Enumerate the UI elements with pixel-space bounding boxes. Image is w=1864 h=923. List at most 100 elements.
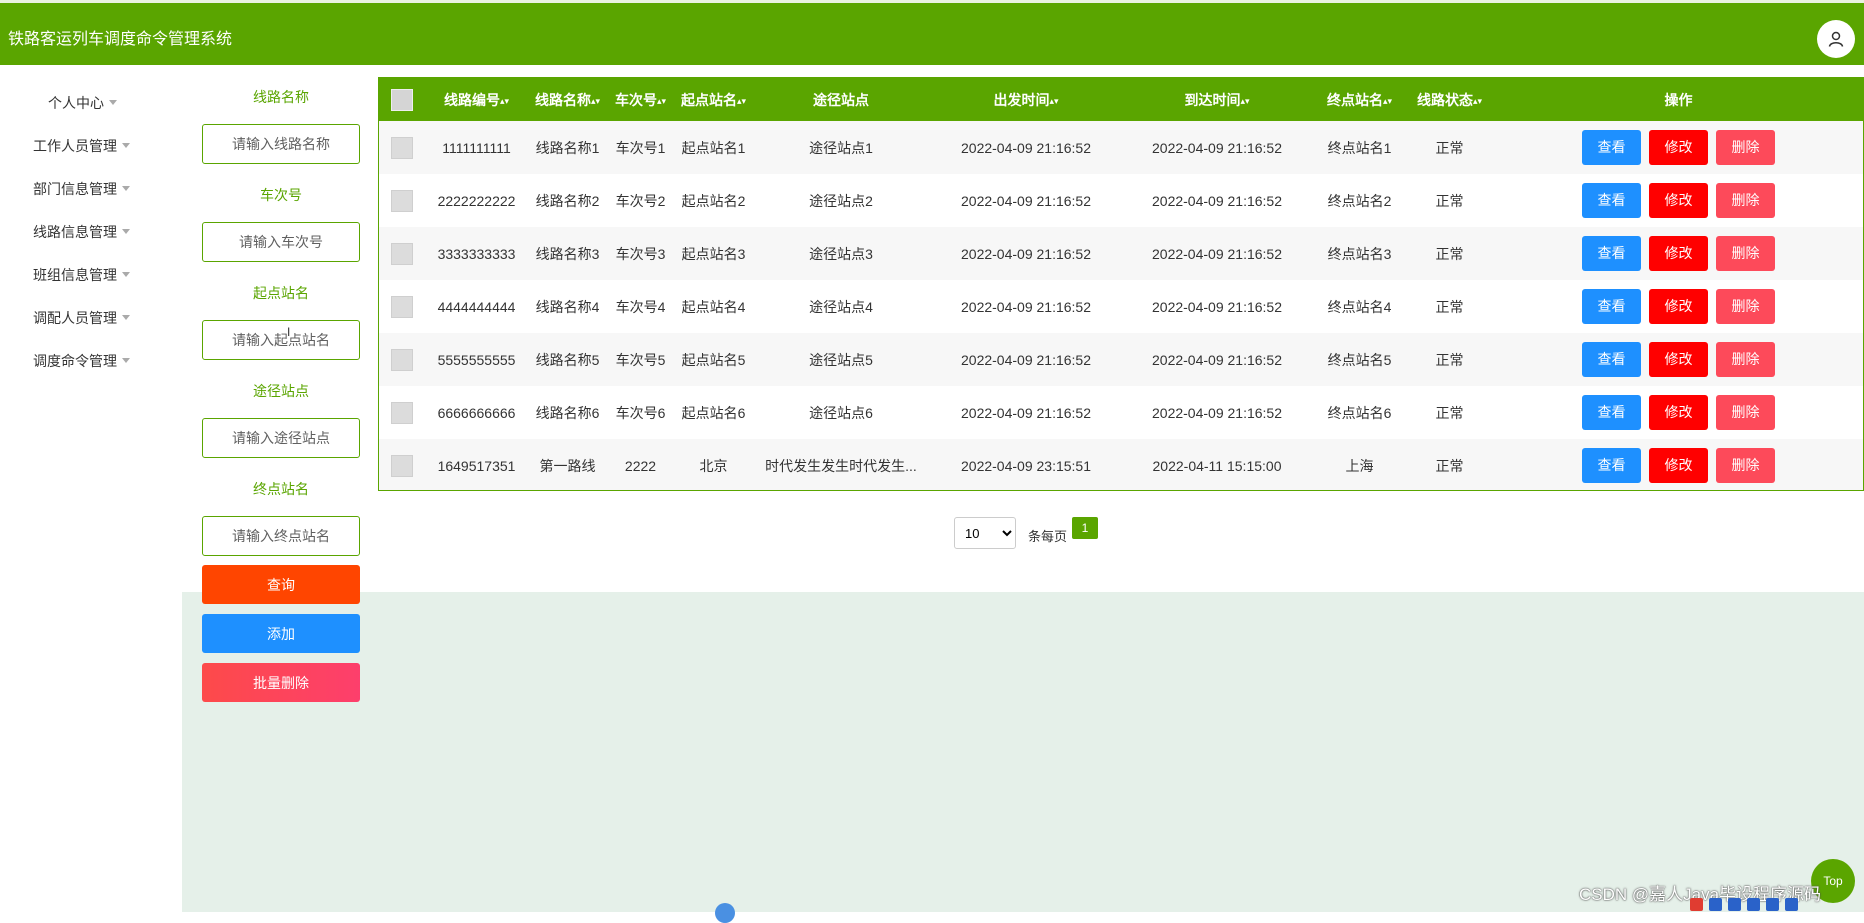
sidebar-item-dispatcher[interactable]: 调配人员管理	[33, 308, 130, 332]
cell-id: 2222222222	[437, 192, 516, 209]
route-name-input[interactable]	[202, 124, 360, 164]
table-row: 4444444444 线路名称4 车次号4 起点站名4 途径站点4 2022-04-09 …	[379, 280, 1863, 333]
cell-start: 北京	[699, 457, 728, 474]
cell-name: 第一路线	[539, 457, 596, 474]
cell-via: 途径站点1	[809, 139, 873, 156]
column-header[interactable]: 线路状态▴▾	[1407, 78, 1492, 121]
cell-end: 终点站名1	[1327, 139, 1392, 156]
add-button[interactable]: 添加	[202, 614, 360, 653]
view-button[interactable]: 查看	[1582, 395, 1641, 430]
edit-button[interactable]: 修改	[1649, 289, 1708, 324]
column-header-label: 操作	[1664, 91, 1693, 108]
column-header[interactable]: 线路编号▴▾	[424, 78, 529, 121]
row-checkbox[interactable]	[390, 454, 413, 477]
page-size-select[interactable]: 10	[954, 517, 1016, 549]
cell-depart: 2022-04-09 21:16:52	[961, 192, 1091, 209]
cell-actions: 查看 修改 删除	[1492, 333, 1863, 386]
view-button[interactable]: 查看	[1582, 183, 1641, 218]
row-select-cell	[379, 174, 424, 227]
via-station-input[interactable]	[202, 418, 360, 458]
cell-via: 途径站点6	[809, 404, 873, 421]
cell-arrive: 2022-04-09 21:16:52	[1152, 139, 1282, 156]
column-header[interactable]: 终点站名▴▾	[1312, 78, 1407, 121]
sidebar-item-staff[interactable]: 工作人员管理	[33, 136, 130, 160]
cell-depart: 2022-04-09 21:16:52	[961, 298, 1091, 315]
column-header[interactable]: 车次号▴▾	[606, 78, 675, 121]
chevron-down-icon	[122, 143, 130, 148]
cell-actions: 查看 修改 删除	[1492, 439, 1863, 490]
delete-button[interactable]: 删除	[1716, 395, 1775, 430]
view-button[interactable]: 查看	[1582, 289, 1641, 324]
cell-status: 正常	[1435, 351, 1464, 368]
column-header[interactable]: 到达时间▴▾	[1122, 78, 1312, 121]
cell-actions: 查看 修改 删除	[1492, 121, 1863, 174]
row-checkbox[interactable]	[390, 348, 413, 371]
cell-depart: 2022-04-09 21:16:52	[961, 351, 1091, 368]
route-name-label: 线路名称	[253, 89, 309, 105]
cell-id: 3333333333	[437, 245, 516, 262]
cell-id: 1649517351	[437, 457, 516, 474]
sidebar-item-route[interactable]: 线路信息管理	[33, 222, 130, 246]
cell-arrive: 2022-04-09 21:16:52	[1152, 351, 1282, 368]
edit-button[interactable]: 修改	[1649, 236, 1708, 271]
table-header: 线路编号▴▾ 线路名称▴▾ 车次号▴▾ 起点站名▴▾ 途径站点 出发时间▴▾ 到…	[379, 78, 1863, 121]
edit-button[interactable]: 修改	[1649, 342, 1708, 377]
column-header-label: 车次号	[614, 91, 657, 108]
edit-button[interactable]: 修改	[1649, 130, 1708, 165]
floating-dot	[715, 903, 735, 923]
edit-button[interactable]: 修改	[1649, 183, 1708, 218]
delete-button[interactable]: 删除	[1716, 448, 1775, 483]
cell-status: 正常	[1435, 139, 1464, 156]
row-checkbox[interactable]	[390, 295, 413, 318]
chevron-down-icon	[122, 186, 130, 191]
edit-button[interactable]: 修改	[1649, 448, 1708, 483]
cell-train: 车次号4	[615, 298, 666, 315]
view-button[interactable]: 查看	[1582, 130, 1641, 165]
sidebar-item-department[interactable]: 部门信息管理	[33, 179, 130, 203]
row-checkbox[interactable]	[390, 189, 413, 212]
table-row: 1111111111 线路名称1 车次号1 起点站名1 途径站点1 2022-04-09 …	[379, 121, 1863, 174]
page-number-button[interactable]: 1	[1072, 517, 1098, 539]
cell-name: 线路名称1	[535, 139, 600, 156]
cell-status: 正常	[1435, 298, 1464, 315]
column-header[interactable]: 起点站名▴▾	[675, 78, 752, 121]
delete-button[interactable]: 删除	[1716, 289, 1775, 324]
row-checkbox[interactable]	[390, 136, 413, 159]
select-all-checkbox[interactable]	[390, 88, 413, 111]
row-checkbox[interactable]	[390, 401, 413, 424]
cell-end: 终点站名6	[1327, 404, 1392, 421]
sidebar-item-label: 工作人员管理	[33, 138, 117, 154]
sidebar-item-label: 班组信息管理	[33, 267, 117, 283]
train-number-input[interactable]	[202, 222, 360, 262]
query-button[interactable]: 查询	[202, 565, 360, 604]
column-header-label: 线路编号	[443, 91, 500, 108]
sidebar-item-personal-center[interactable]: 个人中心	[48, 93, 117, 117]
end-station-input[interactable]	[202, 516, 360, 556]
view-button[interactable]: 查看	[1582, 342, 1641, 377]
sidebar-item-team[interactable]: 班组信息管理	[33, 265, 130, 289]
table-row: 6666666666 线路名称6 车次号6 起点站名6 途径站点6 2022-04-09 …	[379, 386, 1863, 439]
delete-button[interactable]: 删除	[1716, 130, 1775, 165]
app-title: 铁路客运列车调度命令管理系统	[8, 31, 233, 48]
sidebar-item-command[interactable]: 调度命令管理	[33, 351, 130, 375]
delete-button[interactable]: 删除	[1716, 342, 1775, 377]
sidebar-item-label: 调度命令管理	[33, 353, 117, 369]
row-checkbox[interactable]	[390, 242, 413, 265]
column-header-label: 线路状态	[1416, 91, 1473, 108]
column-header[interactable]: 出发时间▴▾	[930, 78, 1122, 121]
cell-start: 起点站名1	[681, 139, 746, 156]
user-button[interactable]	[1817, 20, 1855, 58]
column-header-label: 出发时间	[993, 91, 1050, 108]
chevron-down-icon	[122, 272, 130, 277]
column-header[interactable]: 线路名称▴▾	[529, 78, 606, 121]
edit-button[interactable]: 修改	[1649, 395, 1708, 430]
view-button[interactable]: 查看	[1582, 236, 1641, 271]
delete-button[interactable]: 删除	[1716, 183, 1775, 218]
delete-button[interactable]: 删除	[1716, 236, 1775, 271]
batch-delete-button[interactable]: 批量删除	[202, 663, 360, 702]
cell-name: 线路名称3	[535, 245, 600, 262]
column-header: 操作	[1492, 78, 1863, 121]
cell-end: 终点站名4	[1327, 298, 1392, 315]
view-button[interactable]: 查看	[1582, 448, 1641, 483]
start-station-input[interactable]	[202, 320, 360, 360]
